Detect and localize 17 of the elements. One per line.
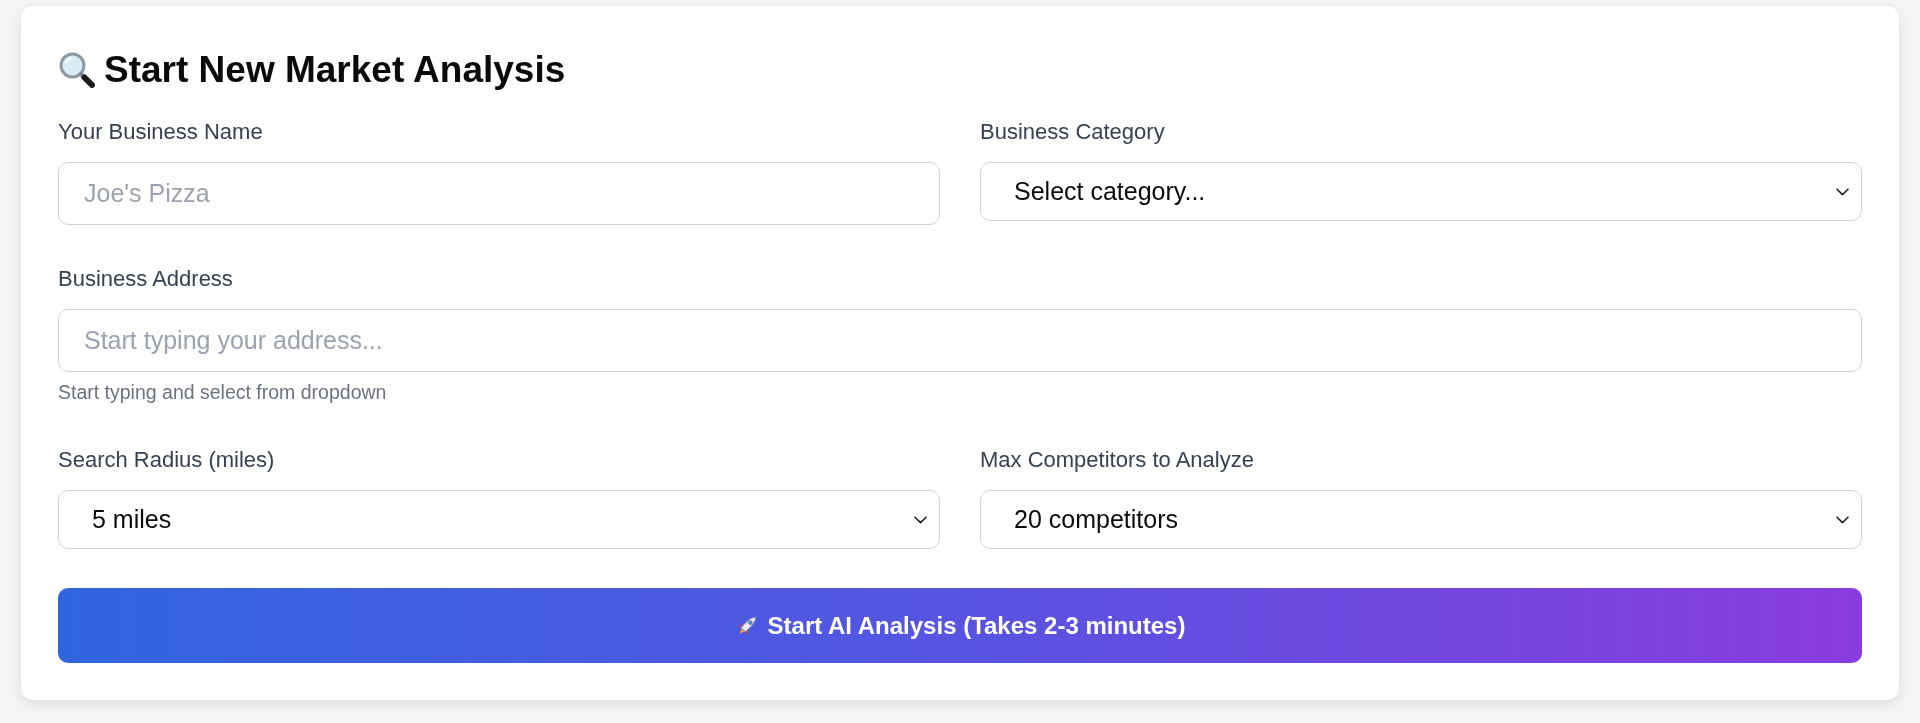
field-label: Business Category (980, 118, 1166, 146)
chevron-icon (1836, 187, 1849, 196)
text-input[interactable]: Joe's Pizza (58, 162, 940, 225)
field-label: Business Address (58, 265, 234, 293)
text-input[interactable]: Start typing your address... (58, 309, 1862, 372)
field-label: Your Business Name (58, 118, 264, 146)
form-title: Start New Market Analysis (104, 48, 566, 91)
start-analysis-button[interactable]: Start AI Analysis (Takes 2-3 minutes) (58, 588, 1862, 663)
dropdown-select[interactable]: 5 miles (58, 490, 940, 549)
field-hint: Start typing and select from dropdown (58, 380, 388, 405)
field-label: Max Competitors to Analyze (980, 446, 1255, 474)
chevron-icon (914, 515, 927, 524)
dropdown-select[interactable]: Select category... (980, 162, 1862, 221)
chevron-icon (1836, 515, 1849, 524)
search-icon (58, 51, 95, 88)
field-label: Search Radius (miles) (58, 446, 276, 474)
dropdown-select[interactable]: 20 competitors (980, 490, 1862, 549)
